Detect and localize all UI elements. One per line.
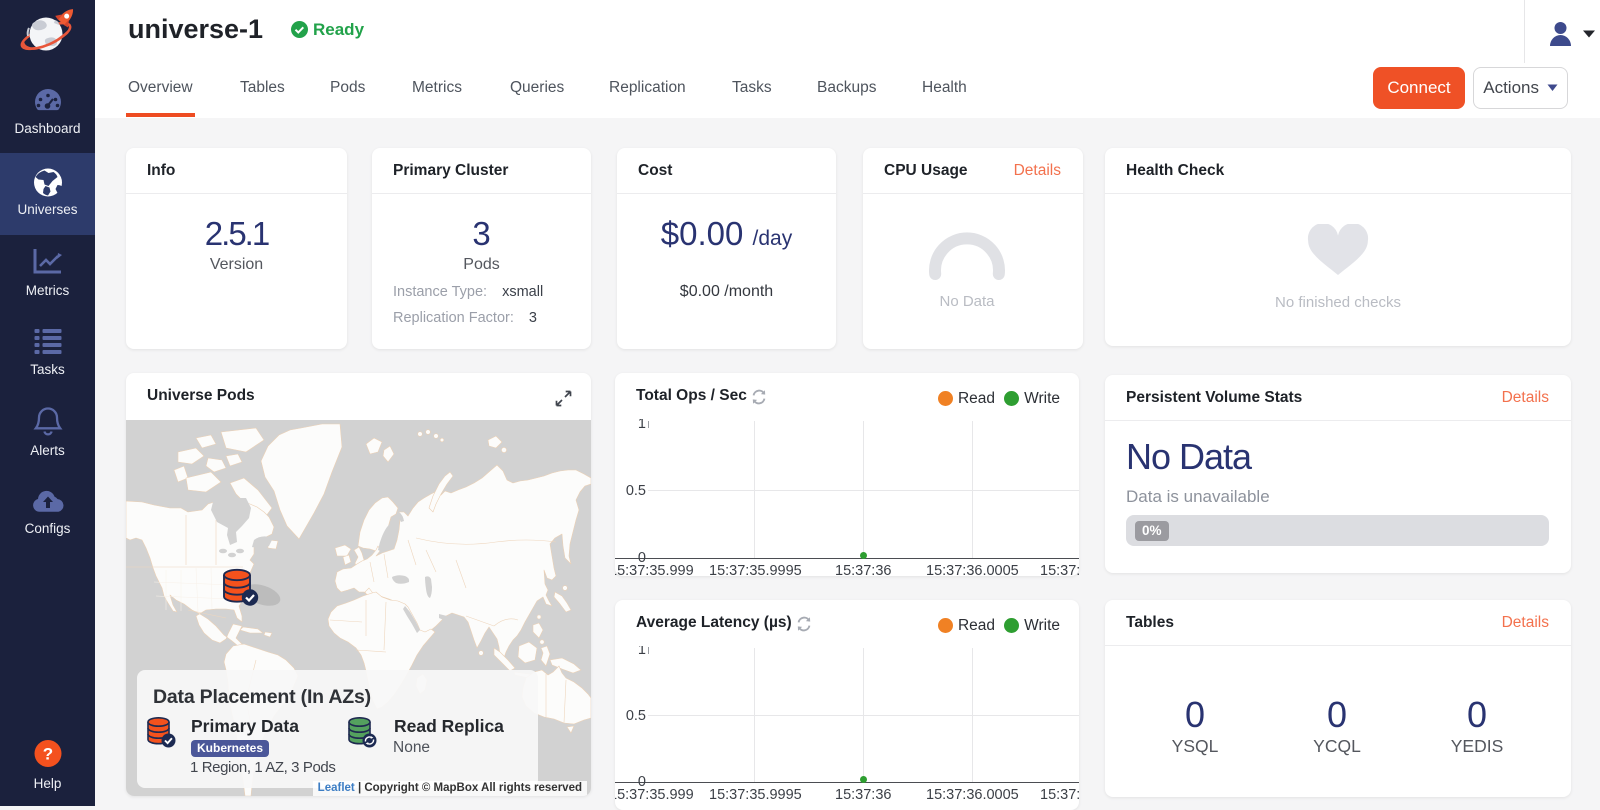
svg-text:?: ?: [42, 745, 52, 764]
